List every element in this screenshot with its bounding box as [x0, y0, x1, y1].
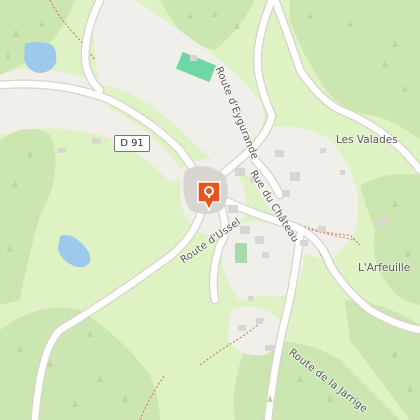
map-pin-icon	[197, 181, 221, 212]
map-view[interactable]: D 91 Route d'Eygurande Rue du Château Ro…	[0, 0, 420, 420]
place-larfeuille: L'Arfeuille	[358, 262, 411, 274]
location-marker[interactable]	[196, 180, 222, 212]
road-shield-d91: D 91	[114, 135, 150, 152]
place-les-valades: Les Valades	[336, 134, 398, 146]
